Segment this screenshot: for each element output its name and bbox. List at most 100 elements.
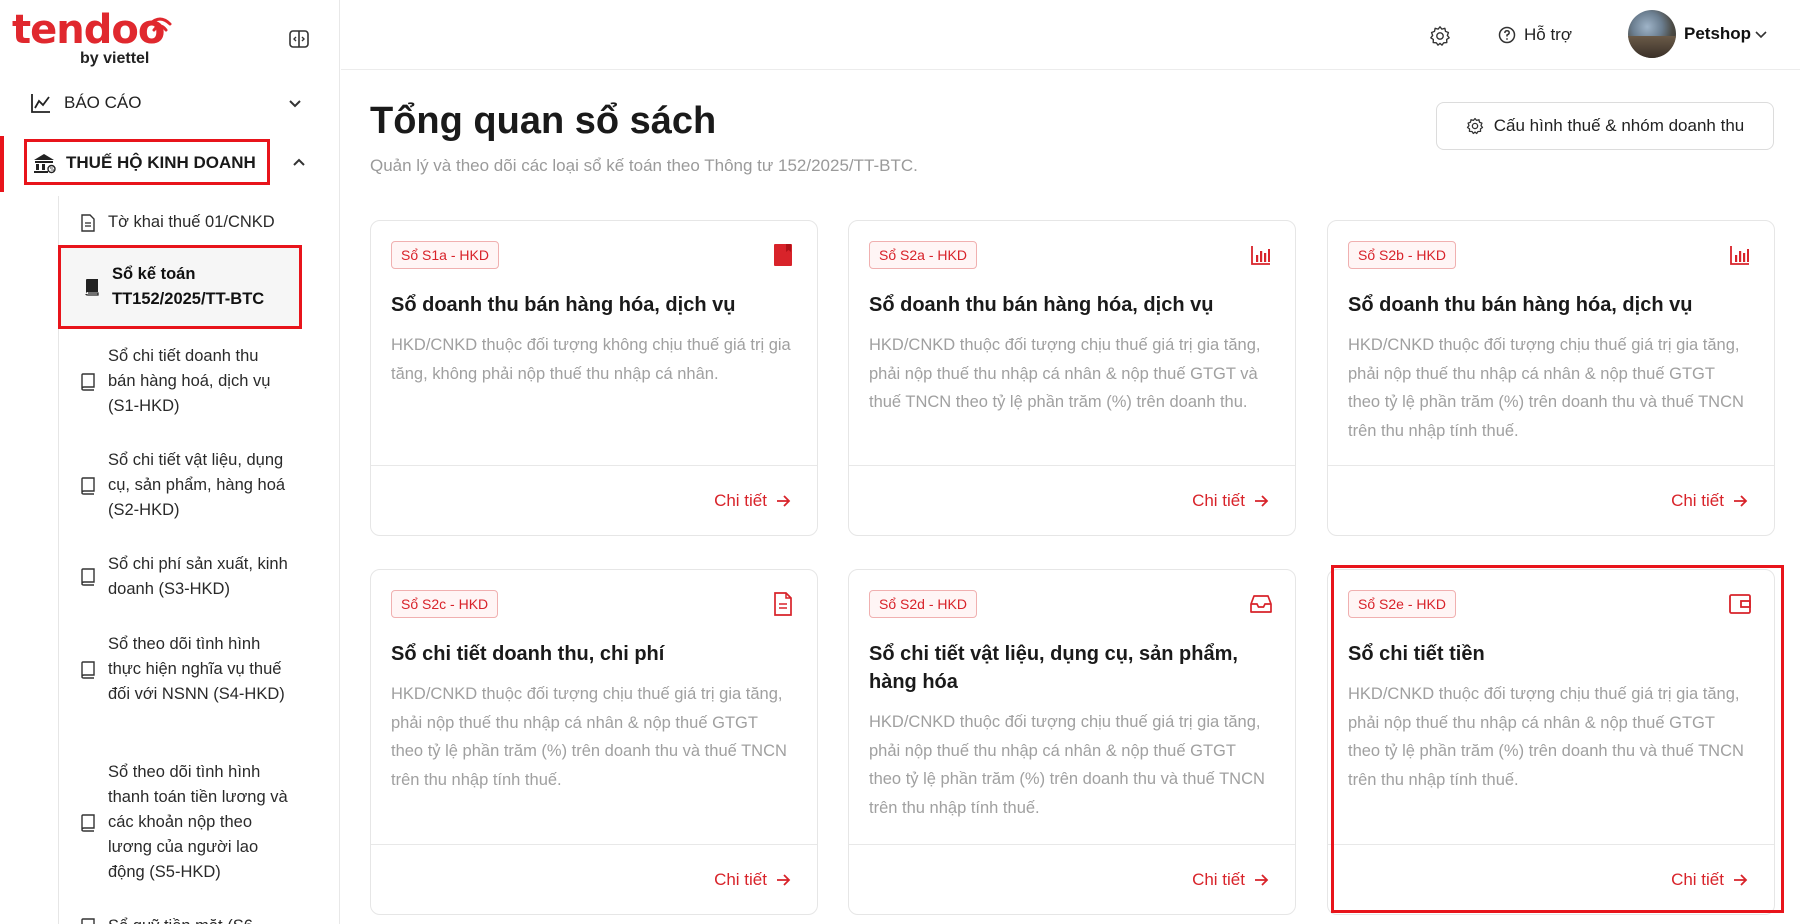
sidebar-item-label: Sổ kế toán TT152/2025/TT-BTC <box>112 265 265 308</box>
sidebar-item-label: THUẾ HỘ KINH DOANH <box>66 153 256 172</box>
chevron-up-icon <box>293 158 305 166</box>
ledger-card-s2d: Sổ S2d - HKD Sổ chi tiết vật liệu, dụng … <box>848 569 1296 915</box>
card-divider <box>849 844 1295 845</box>
arrow-right-icon <box>1255 495 1269 507</box>
logo-subtitle: by viettel <box>80 50 150 67</box>
detail-label: Chi tiết <box>714 870 767 889</box>
ledger-card-s1a: Sổ S1a - HKD Sổ doanh thu bán hàng hóa, … <box>370 220 818 536</box>
sidebar-item-label: Sổ quỹ tiền mặt (S6 <box>108 914 253 924</box>
inbox-icon <box>1247 590 1275 618</box>
arrow-right-icon <box>777 495 791 507</box>
ledger-card-s2b: Sổ S2b - HKD Sổ doanh thu bán hàng hóa, … <box>1327 220 1775 536</box>
page-subtitle: Quản lý và theo dõi các loại sổ kế toán … <box>370 156 918 175</box>
sidebar-item-s1-hkd[interactable]: Sổ chi tiết doanh thu bán hàng hoá, dịch… <box>78 344 288 419</box>
sidebar-item-s4-hkd[interactable]: Sổ theo dõi tình hình thực hiện nghĩa vụ… <box>78 632 288 707</box>
tendoo-logo[interactable]: tendoo by viettel <box>12 8 172 67</box>
ledger-title: Sổ chi tiết doanh thu, chi phí <box>391 643 665 665</box>
ledger-badge: Sổ S2a - HKD <box>869 241 977 269</box>
ledger-badge: Sổ S2d - HKD <box>869 590 977 618</box>
detail-label: Chi tiết <box>1192 491 1245 510</box>
ledger-description: HKD/CNKD thuộc đối tượng chịu thuế giá t… <box>869 713 1265 817</box>
book-icon <box>769 241 797 269</box>
sidebar-item-label: Sổ chi phí sản xuất, kinh doanh (S3-HKD) <box>108 555 288 598</box>
chevron-down-icon <box>1755 31 1767 39</box>
bar-chart-icon <box>1247 241 1275 269</box>
sidebar-item-s6-hkd[interactable]: Sổ quỹ tiền mặt (S6 <box>78 914 288 924</box>
sidebar-collapse-button[interactable] <box>286 26 312 52</box>
ledger-title: Sổ doanh thu bán hàng hóa, dịch vụ <box>391 294 736 316</box>
arrow-right-icon <box>777 874 791 886</box>
detail-link[interactable]: Chi tiết <box>1192 866 1269 894</box>
sidebar-item-label: Sổ chi tiết doanh thu bán hàng hoá, dịch… <box>108 347 271 415</box>
page-title: Tổng quan sổ sách <box>370 100 717 142</box>
avatar <box>1628 10 1676 58</box>
line-chart-icon <box>31 94 50 113</box>
ledger-title: Sổ chi tiết vật liệu, dụng cụ, sản phẩm,… <box>869 643 1238 693</box>
sidebar-item-label: Tờ khai thuế 01/CNKD <box>108 213 275 231</box>
book-outline-icon <box>81 476 95 495</box>
card-divider <box>1328 465 1774 466</box>
sidebar-item-label: Sổ theo dõi tình hình thanh toán tiền lư… <box>108 763 288 881</box>
tax-config-button[interactable]: Cấu hình thuế & nhóm doanh thu <box>1436 102 1774 150</box>
ledger-title: Sổ doanh thu bán hàng hóa, dịch vụ <box>1348 294 1693 316</box>
ledger-badge: Sổ S2c - HKD <box>391 590 499 618</box>
detail-label: Chi tiết <box>1192 870 1245 889</box>
book-outline-icon <box>81 568 95 586</box>
bar-chart-icon <box>1726 241 1754 269</box>
logo-waves-icon <box>148 17 172 32</box>
settings-button[interactable] <box>1426 22 1454 50</box>
detail-label: Chi tiết <box>1671 491 1724 510</box>
sidebar-item-tax-declaration[interactable]: Tờ khai thuế 01/CNKD <box>78 210 318 235</box>
ledger-description: HKD/CNKD thuộc đối tượng chịu thuế giá t… <box>391 685 787 789</box>
sidebar-item-report[interactable]: BÁO CÁO <box>30 88 310 118</box>
card-divider <box>371 844 817 845</box>
arrow-right-icon <box>1734 495 1748 507</box>
sidebar-item-business-tax[interactable]: % THUẾ HỘ KINH DOANH <box>32 146 312 180</box>
book-outline-icon <box>81 660 95 679</box>
book-icon <box>85 279 99 296</box>
sidebar-item-label: BÁO CÁO <box>64 93 142 112</box>
book-outline-icon <box>81 917 95 924</box>
document-icon <box>81 213 95 232</box>
help-label: Hỗ trợ <box>1524 25 1572 44</box>
ledger-description: HKD/CNKD thuộc đối tượng chịu thuế giá t… <box>1348 336 1744 440</box>
detail-label: Chi tiết <box>714 491 767 510</box>
card-divider <box>371 465 817 466</box>
ledger-title: Sổ doanh thu bán hàng hóa, dịch vụ <box>869 294 1214 316</box>
sidebar-item-s3-hkd[interactable]: Sổ chi phí sản xuất, kinh doanh (S3-HKD) <box>78 552 288 602</box>
help-button[interactable]: Hỗ trợ <box>1498 20 1572 50</box>
arrow-right-icon <box>1255 874 1269 886</box>
ledger-description: HKD/CNKD thuộc đối tượng không chịu thuế… <box>391 336 791 383</box>
active-indicator <box>0 136 4 192</box>
user-name: Petshop <box>1684 24 1752 43</box>
detail-link[interactable]: Chi tiết <box>714 866 791 894</box>
ledger-badge: Sổ S1a - HKD <box>391 241 499 269</box>
sidebar: tendoo by viettel BÁO CÁO % THUẾ HỘ KINH… <box>0 0 340 924</box>
detail-link[interactable]: Chi tiết <box>714 487 791 515</box>
gear-icon <box>1430 26 1450 46</box>
sidebar-toggle-icon <box>289 30 309 48</box>
detail-link[interactable]: Chi tiết <box>1192 487 1269 515</box>
sidebar-item-s5-hkd[interactable]: Sổ theo dõi tình hình thanh toán tiền lư… <box>78 760 288 885</box>
ledger-description: HKD/CNKD thuộc đối tượng chịu thuế giá t… <box>869 336 1261 411</box>
gear-icon <box>1466 117 1483 135</box>
sidebar-item-label: Sổ chi tiết vật liệu, dụng cụ, sản phẩm,… <box>108 451 286 519</box>
ledger-badge: Sổ S2b - HKD <box>1348 241 1456 269</box>
chevron-down-icon <box>289 100 301 108</box>
help-circle-icon <box>1498 26 1516 44</box>
user-menu[interactable]: Petshop <box>1628 8 1769 60</box>
bank-tax-icon: % <box>34 154 56 174</box>
book-outline-icon <box>81 372 95 391</box>
sidebar-item-s2-hkd[interactable]: Sổ chi tiết vật liệu, dụng cụ, sản phẩm,… <box>78 448 288 523</box>
ledger-card-s2c: Sổ S2c - HKD Sổ chi tiết doanh thu, chi … <box>370 569 818 915</box>
book-outline-icon <box>81 813 95 832</box>
detail-link[interactable]: Chi tiết <box>1671 487 1748 515</box>
sidebar-item-accounting-books[interactable]: Sổ kế toán TT152/2025/TT-BTC <box>82 262 292 312</box>
highlight-frame <box>1331 565 1784 913</box>
svg-text:%: % <box>50 167 55 173</box>
document-icon <box>769 590 797 618</box>
sidebar-item-label: Sổ theo dõi tình hình thực hiện nghĩa vụ… <box>108 635 285 703</box>
top-bar <box>341 0 1800 70</box>
ledger-card-s2a: Sổ S2a - HKD Sổ doanh thu bán hàng hóa, … <box>848 220 1296 536</box>
card-divider <box>849 465 1295 466</box>
